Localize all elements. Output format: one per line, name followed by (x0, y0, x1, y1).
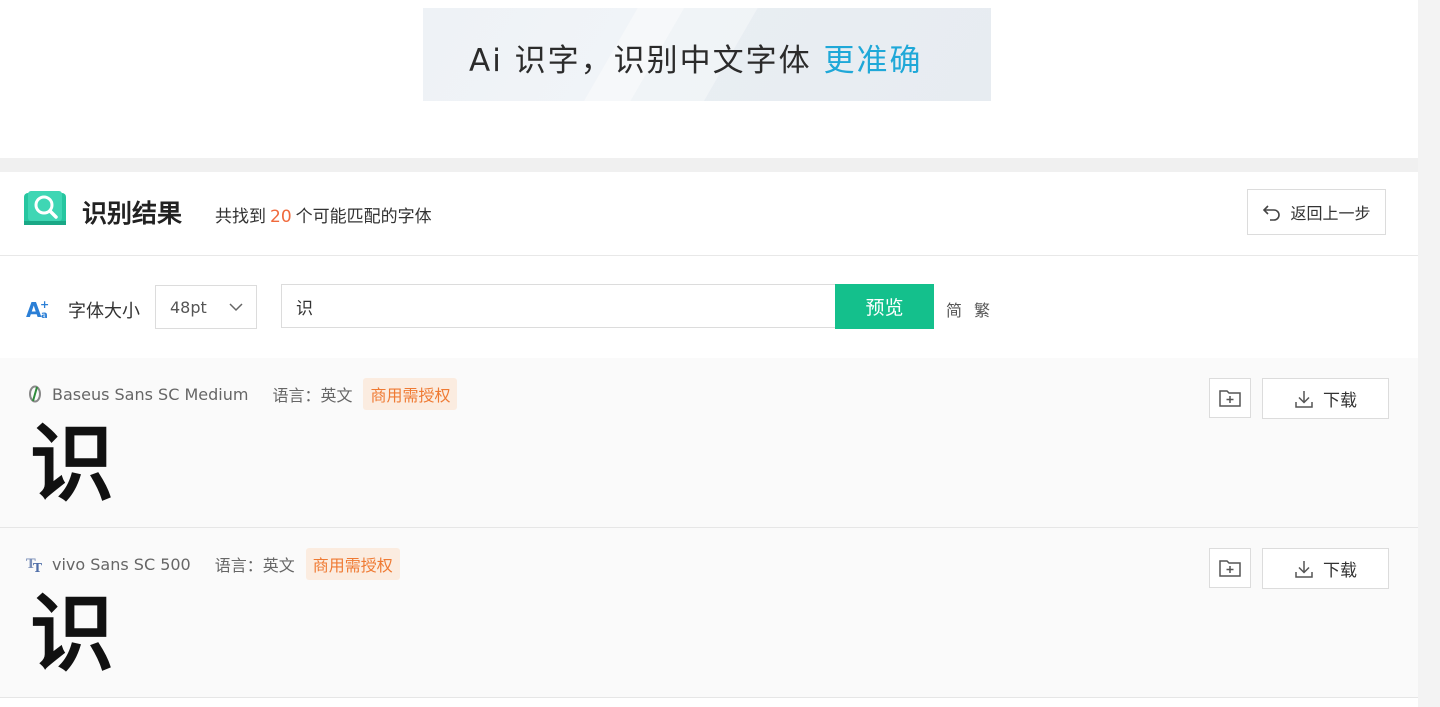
font-sample: 识 (30, 415, 115, 513)
font-language: 语言：英文 (272, 386, 353, 405)
preview-toolbar: A + a 字体大小 48pt 预览 简 繁 (0, 256, 1418, 358)
svg-text:a: a (41, 310, 48, 320)
font-size-label: 字体大小 (68, 301, 140, 322)
back-button-label: 返回上一步 (1290, 204, 1371, 223)
preview-button[interactable]: 预览 (835, 284, 934, 329)
font-meta: T T vivo Sans SC 500 语言：英文 商用需授权 (26, 548, 400, 580)
font-size-select[interactable]: 48pt (155, 285, 257, 329)
banner-area: Ai 识字，识别中文字体 更准确 (0, 0, 1418, 158)
result-header: 识别结果 共找到 20 个可能匹配的字体 返回上一步 (0, 172, 1418, 256)
download-icon (1295, 390, 1313, 408)
banner-text-accent: 更准确 (823, 43, 923, 79)
result-summary-prefix: 共找到 (215, 207, 266, 227)
promo-banner[interactable]: Ai 识字，识别中文字体 更准确 (423, 8, 991, 101)
scrollbar-track[interactable] (1418, 0, 1440, 707)
banner-text-main: Ai 识字，识别中文字体 (469, 43, 812, 79)
font-name[interactable]: Baseus Sans SC Medium (52, 385, 248, 404)
folder-plus-icon (1219, 560, 1241, 577)
result-summary: 共找到 20 个可能匹配的字体 (215, 202, 432, 227)
font-language: 语言：英文 (214, 556, 295, 575)
result-summary-suffix: 个可能匹配的字体 (295, 207, 432, 227)
section-divider (0, 158, 1418, 172)
undo-arrow-icon (1263, 205, 1281, 221)
download-label: 下载 (1323, 561, 1357, 581)
download-button[interactable]: 下载 (1262, 378, 1389, 419)
font-o-icon (29, 385, 41, 403)
font-result-row: Baseus Sans SC Medium 语言：英文 商用需授权 识 下载 (0, 358, 1418, 528)
download-label: 下载 (1323, 391, 1357, 411)
magnifier-logo-icon (24, 191, 66, 225)
font-size-value: 48pt (170, 297, 207, 317)
font-name[interactable]: vivo Sans SC 500 (52, 555, 191, 574)
download-icon (1295, 560, 1313, 578)
font-result-row: T T vivo Sans SC 500 语言：英文 商用需授权 识 下载 (0, 528, 1418, 698)
result-title: 识别结果 (82, 199, 183, 228)
svg-text:T: T (33, 561, 42, 573)
font-meta: Baseus Sans SC Medium 语言：英文 商用需授权 (26, 378, 458, 410)
traditional-toggle[interactable]: 繁 (974, 297, 990, 321)
banner-text: Ai 识字，识别中文字体 更准确 (469, 35, 923, 80)
license-badge: 商用需授权 (363, 378, 458, 410)
license-badge: 商用需授权 (305, 548, 400, 580)
add-to-folder-button[interactable] (1209, 548, 1251, 588)
back-button[interactable]: 返回上一步 (1247, 189, 1386, 235)
font-tt-icon: T T (26, 557, 42, 573)
simplified-toggle[interactable]: 简 (946, 297, 962, 321)
folder-plus-icon (1219, 390, 1241, 407)
add-to-folder-button[interactable] (1209, 378, 1251, 418)
page: Ai 识字，识别中文字体 更准确 识别结果 共找到 20 个可能匹配的字体 返回上一… (0, 0, 1418, 707)
download-button[interactable]: 下载 (1262, 548, 1389, 589)
preview-text-input[interactable] (281, 284, 836, 328)
font-sample: 识 (30, 585, 115, 683)
font-size-icon: A + a (26, 298, 49, 320)
chevron-down-icon (229, 303, 243, 312)
result-count: 20 (270, 207, 292, 227)
